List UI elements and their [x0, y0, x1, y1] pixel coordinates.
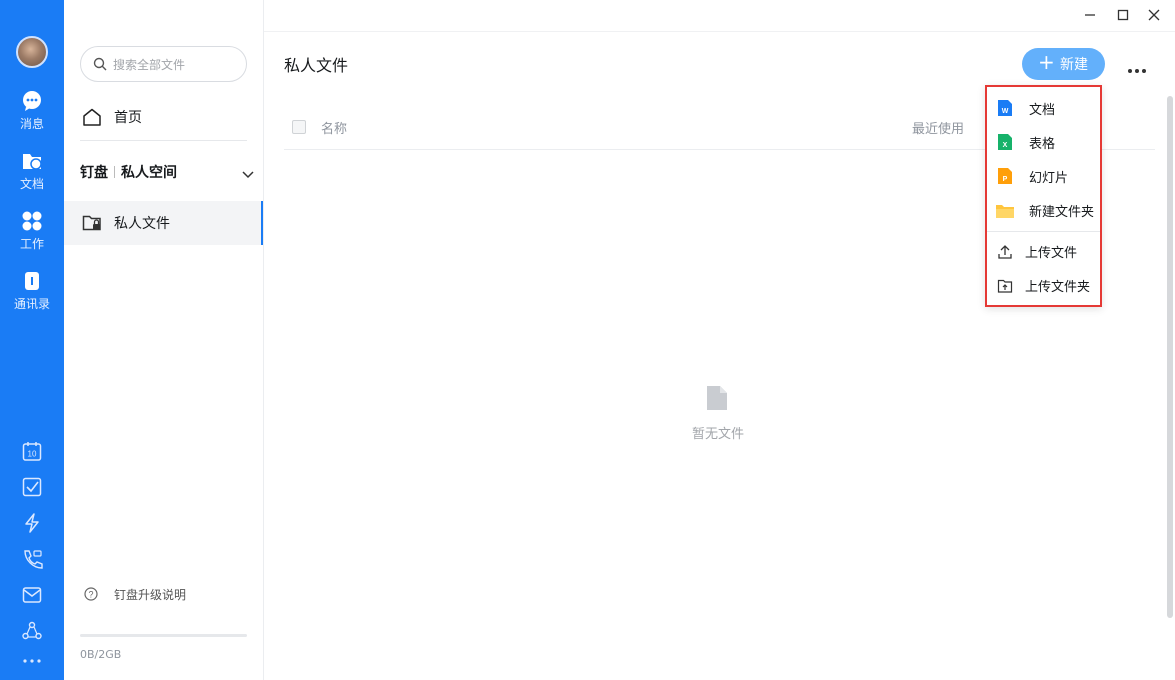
rail-item-contacts[interactable]: 通讯录: [0, 270, 64, 320]
empty-file-icon: [707, 386, 727, 410]
sheet-icon: X: [998, 134, 1012, 150]
nav-item-private-files[interactable]: 私人文件: [64, 201, 263, 245]
section-header[interactable]: 钉盘 私人空间: [80, 162, 260, 188]
rail-label: 文档: [19, 177, 44, 191]
menu-label: 幻灯片: [1029, 171, 1069, 186]
menu-item-new-slides[interactable]: P 幻灯片: [987, 161, 1100, 191]
nav-divider: [80, 140, 247, 141]
nav-private-label: 私人文件: [114, 216, 170, 232]
menu-item-new-doc[interactable]: W 文档: [987, 93, 1100, 123]
search-placeholder: 搜索全部文件: [113, 58, 186, 72]
menu-divider: [987, 231, 1100, 232]
menu-label: 新建文件夹: [1029, 205, 1095, 220]
call-icon[interactable]: [21, 548, 43, 570]
upload-file-icon: [998, 245, 1012, 259]
upgrade-info-link[interactable]: ? 钉盘升级说明: [80, 584, 250, 606]
doc-letter: W: [1002, 108, 1009, 115]
mail-icon[interactable]: [21, 584, 43, 606]
column-name[interactable]: 名称: [321, 118, 347, 137]
page-title: 私人文件: [284, 56, 349, 75]
minimize-icon[interactable]: [1080, 6, 1100, 24]
rail-label: 工作: [19, 237, 44, 251]
help-icon: ?: [84, 587, 98, 601]
nav-item-home[interactable]: 首页: [80, 96, 247, 136]
org-icon[interactable]: [21, 620, 43, 642]
menu-label: 表格: [1029, 137, 1056, 152]
menu-label: 上传文件: [1025, 246, 1078, 261]
menu-item-upload-folder[interactable]: 上传文件夹: [987, 270, 1100, 300]
folder-icon: [996, 205, 1014, 218]
calendar-icon[interactable]: 10: [21, 440, 43, 462]
home-icon: [83, 108, 101, 126]
section-subtitle: 私人空间: [121, 165, 177, 181]
word-doc-icon: W: [998, 100, 1012, 116]
search-input[interactable]: 搜索全部文件: [80, 46, 247, 82]
rail-label: 消息: [19, 117, 44, 131]
empty-state-text: 暂无文件: [692, 427, 745, 442]
calendar-day: 10: [28, 450, 37, 459]
nav-panel: 搜索全部文件 首页 钉盘 私人空间 私人文件 ? 钉盘升级说明 0B/2GB: [64, 0, 264, 680]
docs-icon: [23, 154, 42, 170]
avatar[interactable]: [16, 36, 48, 68]
todo-icon[interactable]: [21, 476, 43, 498]
plus-icon: +: [1038, 50, 1055, 74]
scrollbar[interactable]: [1167, 96, 1173, 618]
upload-folder-icon: [997, 279, 1013, 293]
storage-text: 0B/2GB: [80, 648, 122, 661]
nav-home-label: 首页: [114, 110, 142, 126]
menu-item-new-folder[interactable]: 新建文件夹: [987, 195, 1100, 225]
message-icon: [23, 91, 41, 111]
section-title: 钉盘: [80, 165, 108, 181]
menu-label: 上传文件夹: [1025, 280, 1091, 295]
storage-bar: [80, 634, 247, 637]
rail-item-work[interactable]: 工作: [0, 210, 64, 260]
chevron-down-icon: [242, 171, 254, 179]
work-icon: [22, 211, 42, 231]
column-recent[interactable]: 最近使用: [912, 118, 964, 137]
select-all-checkbox[interactable]: [292, 120, 306, 134]
more-options-button[interactable]: [1128, 58, 1152, 73]
new-button[interactable]: + 新建: [1022, 48, 1105, 80]
close-icon[interactable]: [1144, 6, 1164, 24]
private-folder-icon: [82, 215, 101, 231]
rail-label: 通讯录: [13, 297, 50, 311]
ding-icon[interactable]: [21, 512, 43, 534]
rail-item-docs[interactable]: 文档: [0, 150, 64, 200]
search-icon: [93, 57, 107, 71]
menu-item-upload-file[interactable]: 上传文件: [987, 236, 1100, 266]
app-rail: 消息 文档 工作 通讯录 10: [0, 0, 64, 680]
new-button-label: 新建: [1060, 57, 1088, 73]
slides-letter: P: [1003, 176, 1008, 183]
menu-item-new-sheet[interactable]: X 表格: [987, 127, 1100, 157]
rail-item-messages[interactable]: 消息: [0, 90, 64, 140]
maximize-icon[interactable]: [1113, 6, 1133, 24]
titlebar-divider: [264, 31, 1175, 32]
contacts-icon: [25, 272, 39, 290]
new-dropdown-menu: W 文档 X 表格 P 幻灯片 新建文件夹 上传文件 上传文件夹: [985, 85, 1102, 307]
sheet-letter: X: [1003, 142, 1008, 149]
svg-text:?: ?: [88, 590, 93, 600]
menu-label: 文档: [1029, 103, 1056, 118]
slides-icon: P: [998, 168, 1012, 184]
more-icon[interactable]: [21, 654, 43, 668]
upgrade-label: 钉盘升级说明: [114, 588, 187, 602]
